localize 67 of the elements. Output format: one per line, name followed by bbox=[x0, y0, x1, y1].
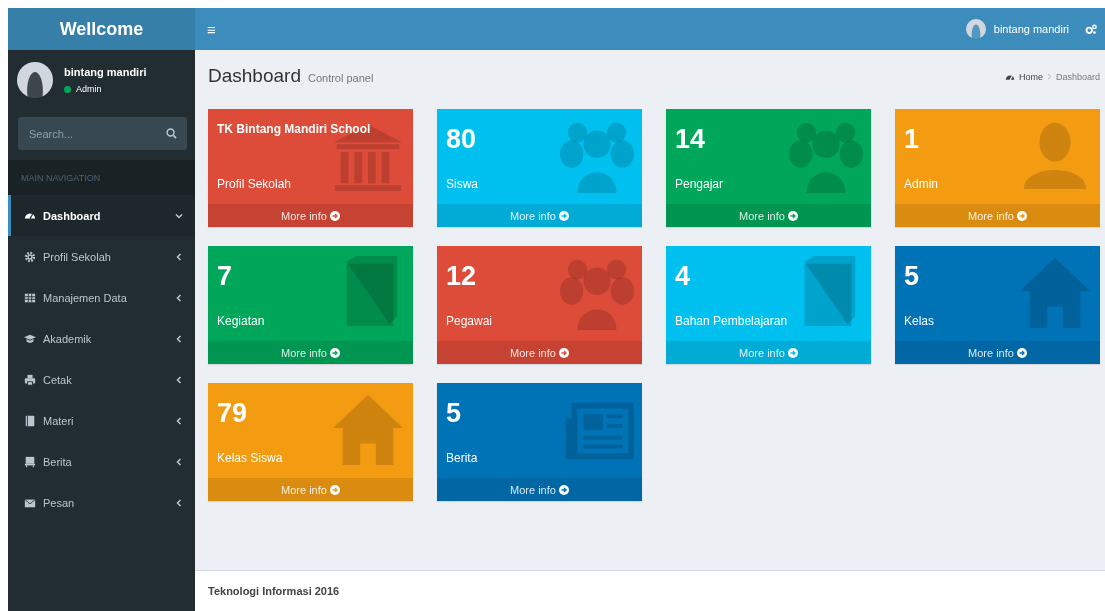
menu-toggle[interactable]: ≡ bbox=[207, 20, 216, 38]
stat-label: Pegawai bbox=[446, 314, 494, 328]
stat-label: Admin bbox=[904, 177, 939, 191]
arrow-circle-right-icon[interactable] bbox=[558, 210, 569, 221]
avatar-icon bbox=[965, 19, 986, 39]
nav-item[interactable]: Profil Sekolah bbox=[8, 236, 195, 277]
more-info-link[interactable]: More info bbox=[208, 341, 413, 364]
card-title: TK Bintang Mandiri School bbox=[217, 122, 372, 136]
printer-icon bbox=[24, 373, 36, 386]
nav-item[interactable]: Materi bbox=[8, 400, 195, 441]
breadcrumb-link[interactable]: Home bbox=[1018, 72, 1043, 82]
nav-item[interactable]: Dashboard bbox=[8, 195, 195, 236]
navbar-user-name[interactable]: bintang mandiri bbox=[993, 23, 1069, 35]
stat-label: Siswa bbox=[446, 177, 479, 191]
stat-label: Kegiatan bbox=[217, 314, 266, 328]
arrow-circle-right-icon[interactable] bbox=[787, 347, 798, 358]
stat-value: 4 bbox=[675, 263, 692, 290]
user-role: Admin bbox=[76, 84, 102, 94]
nav-item[interactable]: Berita bbox=[8, 441, 195, 482]
envelope-icon bbox=[24, 496, 36, 509]
search-icon[interactable] bbox=[166, 128, 177, 139]
arrow-circle-right-icon[interactable] bbox=[787, 210, 798, 221]
stat-value: 12 bbox=[446, 263, 478, 290]
nav-item[interactable]: Akademik bbox=[8, 318, 195, 359]
online-status-dot bbox=[64, 85, 71, 93]
more-info-link[interactable]: More info bbox=[437, 341, 642, 364]
nav-item[interactable]: Cetak bbox=[8, 359, 195, 400]
more-info-link[interactable]: More info bbox=[666, 204, 871, 227]
more-info-link[interactable]: More info bbox=[208, 204, 413, 227]
stat-value: 80 bbox=[446, 126, 478, 153]
nav-section-header: MAIN NAVIGATION bbox=[8, 160, 195, 195]
stat-label: Kelas bbox=[904, 314, 936, 328]
nav-item[interactable]: Pesan bbox=[8, 482, 195, 523]
stat-value: 79 bbox=[217, 400, 249, 427]
book-icon bbox=[24, 414, 36, 427]
arrow-circle-right-icon[interactable] bbox=[558, 347, 569, 358]
stat-label: Pengajar bbox=[675, 177, 725, 191]
arrow-circle-right-icon[interactable] bbox=[329, 347, 340, 358]
arrow-circle-right-icon[interactable] bbox=[1016, 210, 1027, 221]
stat-label: Profil Sekolah bbox=[217, 177, 293, 191]
user-name: bintang mandiri bbox=[64, 66, 147, 78]
arrow-circle-right-icon[interactable] bbox=[329, 210, 340, 221]
avatar-icon bbox=[17, 62, 53, 98]
more-info-link[interactable]: More info bbox=[895, 341, 1100, 364]
table-icon bbox=[24, 291, 36, 304]
arrow-circle-right-icon[interactable] bbox=[558, 484, 569, 495]
gears-icon[interactable] bbox=[1085, 23, 1097, 35]
more-info-link[interactable]: More info bbox=[437, 478, 642, 501]
breadcrumb-separator-icon bbox=[1046, 72, 1052, 82]
stat-value: 5 bbox=[446, 400, 463, 427]
arrow-circle-right-icon[interactable] bbox=[1016, 347, 1027, 358]
gear-icon bbox=[24, 250, 36, 263]
page-title: Dashboard bbox=[208, 65, 301, 87]
stat-label: Bahan Pembelajaran bbox=[675, 314, 789, 328]
search-field[interactable]: Search... bbox=[18, 117, 187, 150]
stat-label: Berita bbox=[446, 451, 479, 465]
graduation-cap-icon bbox=[24, 332, 36, 345]
brand-title[interactable]: Wellcome bbox=[59, 18, 144, 40]
nav-item[interactable]: Manajemen Data bbox=[8, 277, 195, 318]
arrow-circle-right-icon[interactable] bbox=[329, 484, 340, 495]
footer-text: Teknologi Informasi 2016 bbox=[195, 570, 1105, 611]
stat-value: 5 bbox=[904, 263, 921, 290]
stat-value: 7 bbox=[217, 263, 234, 290]
page-subtitle: Control panel bbox=[307, 72, 374, 84]
stat-value: 14 bbox=[675, 126, 707, 153]
stat-label: Kelas Siswa bbox=[217, 451, 284, 465]
stat-value: 1 bbox=[904, 126, 921, 153]
